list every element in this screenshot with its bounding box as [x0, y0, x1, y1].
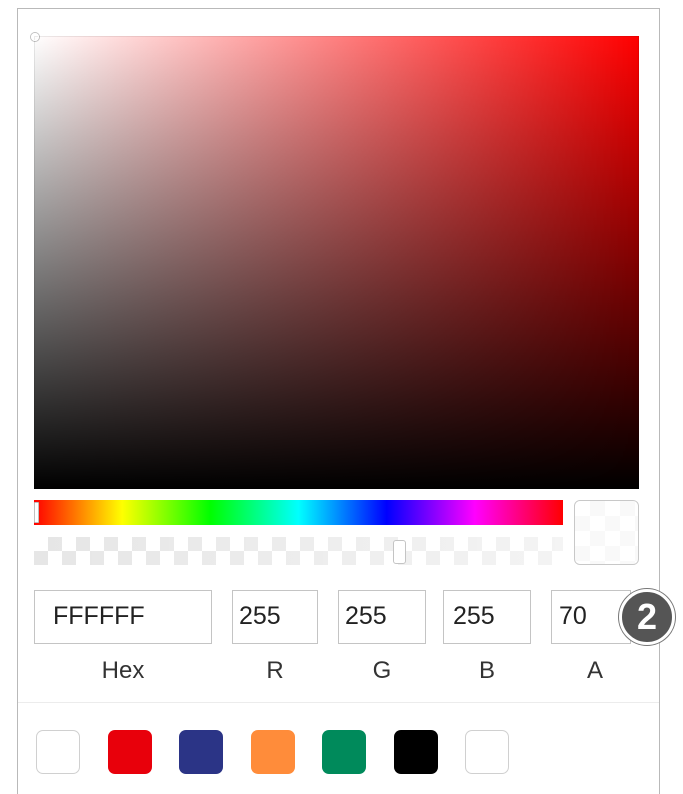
- step-number-badge: 2: [619, 589, 675, 645]
- swatch-red[interactable]: [108, 730, 152, 774]
- blue-label: B: [478, 657, 495, 684]
- swatch-divider: [18, 702, 659, 703]
- swatch-black[interactable]: [394, 730, 438, 774]
- hue-slider[interactable]: [34, 500, 563, 525]
- swatch-orange[interactable]: [251, 730, 295, 774]
- red-input[interactable]: 255: [232, 590, 318, 644]
- hex-input[interactable]: FFFFFF: [34, 590, 212, 644]
- alpha-slider-thumb[interactable]: [393, 540, 406, 564]
- alpha-label: A: [586, 657, 603, 684]
- saturation-value-area[interactable]: [34, 36, 639, 489]
- blue-input[interactable]: 255: [443, 590, 531, 644]
- color-preview-fill: [575, 501, 638, 564]
- swatch-white[interactable]: [36, 730, 80, 774]
- swatch-green[interactable]: [322, 730, 366, 774]
- red-label: R: [266, 657, 284, 684]
- hex-label: Hex: [101, 657, 145, 684]
- swatch-navy[interactable]: [179, 730, 223, 774]
- green-label: G: [372, 657, 392, 684]
- alpha-slider[interactable]: [34, 537, 563, 565]
- color-preview: [574, 500, 639, 565]
- swatch-white-2[interactable]: [465, 730, 509, 774]
- hue-slider-thumb[interactable]: [34, 502, 39, 523]
- saturation-value-cursor[interactable]: [31, 33, 39, 41]
- green-input[interactable]: 255: [338, 590, 426, 644]
